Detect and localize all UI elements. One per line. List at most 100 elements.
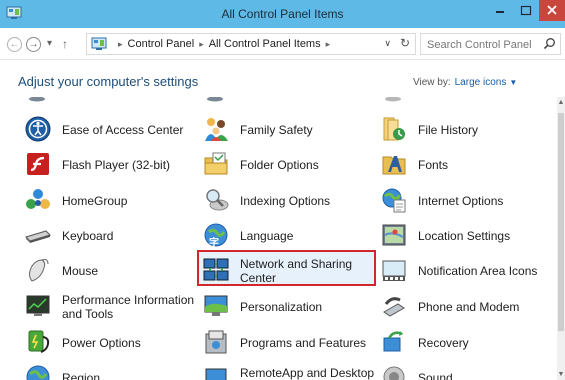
file-history-icon [383, 117, 405, 141]
scrollbar-thumb[interactable] [558, 113, 564, 331]
item-personalization[interactable]: Personalization [202, 291, 382, 323]
up-button[interactable]: ↑ [62, 37, 68, 51]
item-label: Family Safety [240, 123, 313, 137]
item-indexing-options[interactable]: Indexing Options [202, 185, 382, 217]
item-phone-and-modem[interactable]: Phone and Modem [380, 291, 557, 323]
personalization-icon [204, 295, 228, 316]
programs-features-icon [205, 330, 227, 354]
title-bar: All Control Panel Items [0, 0, 565, 28]
item-programs-and-features[interactable]: Programs and Features [202, 327, 382, 359]
homegroup-icon [26, 189, 50, 209]
performance-icon [26, 295, 50, 316]
item-label: Internet Options [418, 194, 504, 208]
fonts-icon [382, 156, 406, 175]
item-network-sharing-center[interactable]: Network and Sharing Center [197, 250, 382, 287]
item-notification-area-icons[interactable]: Notification Area Icons [380, 255, 557, 287]
item-label: HomeGroup [62, 194, 128, 208]
item-label: Programs and Features [240, 336, 367, 350]
address-toolbar: ← → ▾ ↑ ▸ Control Panel ▸ All Control Panel… [0, 28, 565, 60]
item-label: Indexing Options [240, 194, 331, 208]
item-label: Notification Area Icons [418, 264, 538, 278]
item-power-options[interactable]: Power Options [24, 327, 204, 359]
item-label: Fonts [418, 158, 449, 172]
item-keyboard[interactable]: Keyboard [24, 220, 204, 252]
item-homegroup[interactable]: HomeGroup [24, 185, 204, 217]
minimize-button[interactable] [487, 0, 513, 21]
item-performance-information[interactable]: Performance Information and Tools [24, 291, 204, 323]
item-recovery[interactable]: Recovery [380, 327, 557, 359]
forward-button[interactable]: → [26, 37, 41, 52]
network-sharing-icon [203, 258, 229, 281]
address-dropdown-icon[interactable]: ∨ [384, 38, 391, 49]
maximize-button[interactable] [513, 0, 539, 21]
item-ease-of-access[interactable]: Ease of Access Center [24, 114, 204, 146]
control-panel-items: Ease of Access Center Family Safety File… [0, 97, 557, 380]
item-label: Ease of Access Center [62, 123, 184, 137]
internet-options-icon [382, 188, 406, 213]
ease-of-access-icon [25, 116, 51, 142]
scroll-down-icon[interactable]: ▼ [557, 371, 565, 378]
notification-area-icon [382, 260, 406, 281]
item-label: Folder Options [240, 158, 319, 172]
search-input[interactable] [427, 37, 537, 52]
recent-locations-icon[interactable]: ▾ [47, 38, 52, 49]
view-by-caret-icon[interactable]: ▼ [509, 78, 517, 87]
item-folder-options[interactable]: Folder Options [202, 149, 382, 181]
page-heading: Adjust your computer's settings [18, 74, 199, 89]
refresh-icon[interactable]: ↻ [400, 36, 410, 50]
view-by-value[interactable]: Large icons [455, 77, 507, 88]
sound-icon [383, 366, 405, 380]
item-label: Location Settings [418, 229, 511, 243]
breadcrumb-control-panel[interactable]: Control Panel [128, 38, 195, 50]
item-label: Network and Sharing Center [240, 257, 353, 285]
item-location-settings[interactable]: Location Settings [380, 220, 557, 252]
item-label: Phone and Modem [418, 300, 520, 314]
vertical-scrollbar[interactable]: ▲ ▼ [557, 97, 565, 380]
item-internet-options[interactable]: Internet Options [380, 185, 557, 217]
cut-off-item-icon [385, 97, 401, 102]
breadcrumb: ▸ Control Panel ▸ All Control Panel Items ▸ [113, 38, 335, 50]
item-label: Power Options [62, 336, 141, 350]
folder-options-icon [204, 152, 228, 175]
item-remoteapp[interactable]: RemoteApp and Desktop [202, 362, 382, 380]
keyboard-icon [25, 230, 51, 243]
item-label: Performance Information and Tools [62, 293, 195, 321]
breadcrumb-chevron-icon[interactable]: ▸ [199, 39, 204, 49]
item-label: RemoteApp and Desktop [240, 366, 375, 380]
item-label: Personalization [240, 300, 323, 314]
flash-player-icon [27, 153, 49, 175]
address-field[interactable]: ▸ Control Panel ▸ All Control Panel Items ▸ … [86, 33, 416, 55]
forward-icon: → [28, 39, 39, 50]
item-label: Sound [418, 371, 453, 380]
item-label: Keyboard [62, 229, 114, 243]
window-title: All Control Panel Items [221, 7, 344, 21]
view-by-label: View by: [413, 77, 451, 88]
item-sound[interactable]: Sound [380, 362, 557, 380]
mouse-icon [29, 259, 49, 282]
back-icon: ← [9, 39, 20, 50]
power-options-icon [28, 330, 50, 353]
search-icon[interactable] [543, 37, 556, 50]
breadcrumb-all-items[interactable]: All Control Panel Items [209, 38, 321, 50]
item-mouse[interactable]: Mouse [24, 255, 204, 287]
search-box[interactable] [420, 33, 561, 55]
item-label: Flash Player (32-bit) [62, 158, 171, 172]
item-label: Recovery [418, 336, 469, 350]
item-fonts[interactable]: Fonts [380, 149, 557, 181]
svg-text:字: 字 [209, 236, 219, 249]
cut-off-item-icon [207, 97, 223, 102]
back-button[interactable]: ← [7, 37, 22, 52]
family-safety-icon [205, 118, 228, 141]
close-button[interactable] [539, 0, 565, 21]
item-family-safety[interactable]: Family Safety [202, 114, 382, 146]
item-language[interactable]: 字 Language [202, 220, 382, 252]
view-by-control[interactable]: View by: Large icons ▼ [413, 77, 517, 88]
location-settings-icon [382, 224, 406, 246]
item-file-history[interactable]: File History [380, 114, 557, 146]
scroll-up-icon[interactable]: ▲ [557, 99, 565, 106]
item-region[interactable]: Region [24, 362, 204, 380]
phone-modem-icon [383, 297, 405, 317]
breadcrumb-chevron-icon[interactable]: ▸ [118, 39, 123, 49]
item-flash-player[interactable]: Flash Player (32-bit) [24, 149, 204, 181]
breadcrumb-chevron-icon[interactable]: ▸ [326, 39, 331, 49]
